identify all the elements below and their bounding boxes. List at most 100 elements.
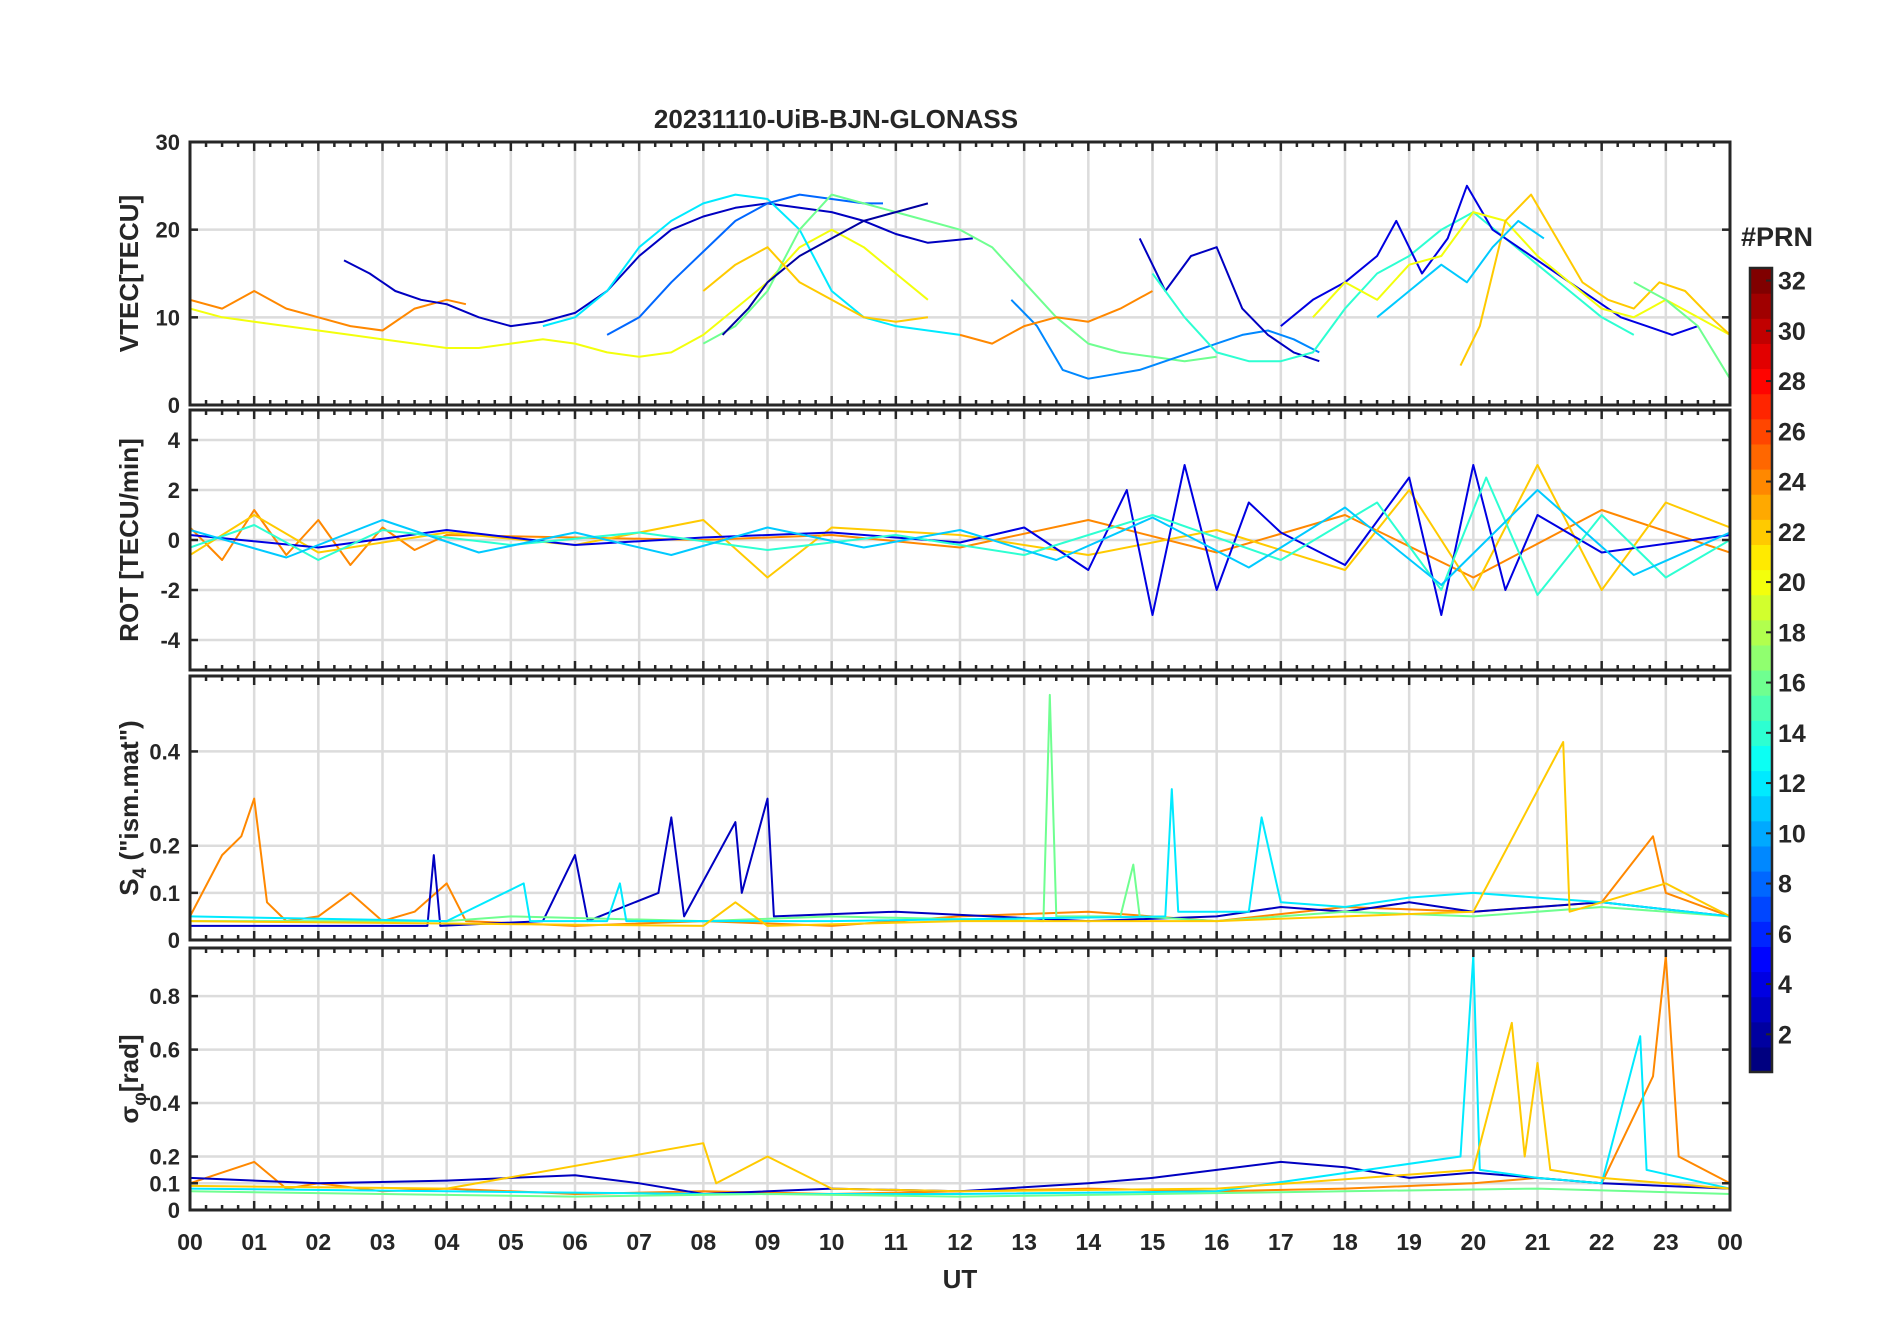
- series-prn-14: [1151, 211, 1635, 363]
- y-tick-label: 0.4: [149, 739, 180, 764]
- y-tick-label: 0.2: [149, 834, 180, 859]
- y-tick-label: 0: [168, 528, 180, 553]
- colorbar-tick-label: 10: [1778, 820, 1806, 848]
- x-tick-label: 05: [498, 1229, 524, 1255]
- series-prn-4: [1280, 184, 1699, 336]
- colorbar-tick-label: 12: [1778, 770, 1806, 798]
- y-tick-label: 0: [168, 393, 180, 418]
- x-tick-label: 16: [1204, 1229, 1230, 1255]
- y-tick-label: -4: [160, 628, 180, 653]
- x-tick-label: 22: [1589, 1229, 1615, 1255]
- series-prn-24: [190, 290, 467, 332]
- y-axis-label-s4: S4 ("ism.mat"): [114, 720, 151, 895]
- colorbar-segment: [1750, 795, 1772, 822]
- colorbar-tick-label: 14: [1778, 720, 1806, 748]
- colorbar: 2468101214161820222426283032#PRN: [1741, 222, 1813, 1074]
- x-tick-label: 23: [1653, 1229, 1679, 1255]
- series-prn-3: [1138, 237, 1320, 363]
- x-tick-label: 10: [819, 1229, 845, 1255]
- colorbar-segment: [1750, 494, 1772, 520]
- colorbar-tick-label: 22: [1778, 519, 1806, 547]
- x-tick-label: 21: [1525, 1229, 1551, 1255]
- panels-group: 0102030VTEC[TECU]-4-2024ROT [TECU/min]00…: [114, 130, 1732, 1223]
- x-tick-label: 00: [177, 1229, 203, 1255]
- colorbar-tick-label: 20: [1778, 569, 1806, 597]
- x-tick-label: 20: [1461, 1229, 1487, 1255]
- series-prn-20: [190, 228, 929, 358]
- x-tick-label: 04: [434, 1229, 460, 1255]
- x-tick-label: 18: [1332, 1229, 1358, 1255]
- series-prn-2: [721, 202, 929, 336]
- series-prn-16: [1633, 281, 1730, 380]
- colorbar-tick-label: 2: [1778, 1021, 1792, 1049]
- colorbar-segment: [1750, 644, 1772, 671]
- colorbar-tick-label: 24: [1778, 469, 1806, 497]
- colorbar-segment: [1750, 293, 1772, 319]
- y-tick-label: 0.1: [149, 881, 180, 906]
- x-tick-label: 03: [370, 1229, 396, 1255]
- colorbar-tick-label: 16: [1778, 670, 1806, 698]
- chart-title: 20231110-UiB-BJN-GLONASS: [654, 104, 1018, 134]
- y-axis-label-sigphi: σφ[rad]: [114, 1034, 151, 1123]
- panel-sigphi: 00.10.2 0.4 0.6 0.8 σφ[rad]: [114, 946, 1732, 1223]
- x-tick-label: 01: [241, 1229, 267, 1255]
- y-tick-label: 0.8: [149, 984, 180, 1009]
- colorbar-label: #PRN: [1741, 222, 1813, 252]
- x-tick-label: 13: [1011, 1229, 1037, 1255]
- x-axis-tick-labels: 00 01 02 03 04 05 06 07 08 09 10 11 12 13 14 15 16 17 18 19…: [177, 1229, 1743, 1255]
- x-axis-label: UT: [943, 1264, 978, 1294]
- y-axis-label-vtec: VTEC[TECU]: [114, 195, 144, 352]
- colorbar-tick-label: 18: [1778, 619, 1806, 647]
- colorbar-segment: [1750, 745, 1772, 772]
- y-tick-label: 0.1: [149, 1171, 180, 1196]
- y-axis-label-rot: ROT [TECU/min]: [114, 438, 144, 642]
- colorbar-segment: [1750, 996, 1772, 1023]
- colorbar-segment: [1750, 845, 1772, 872]
- colorbar-segment: [1750, 695, 1772, 721]
- x-tick-label: 09: [755, 1229, 781, 1255]
- figure: 20231110-UiB-BJN-GLONASS 0102030VTEC[TEC…: [114, 104, 1813, 1294]
- colorbar-segment: [1750, 393, 1772, 420]
- x-tick-label: 02: [306, 1229, 332, 1255]
- colorbar-segment: [1750, 1046, 1772, 1073]
- x-tick-label: 11: [884, 1229, 909, 1255]
- series-prn-3: [343, 202, 973, 328]
- colorbar-segment: [1750, 594, 1772, 621]
- x-tick-label: 08: [691, 1229, 717, 1255]
- y-tick-label: 0: [168, 928, 180, 953]
- colorbar-segment: [1750, 896, 1772, 922]
- panel-vtec: 0 10 20 30 VTEC[TECU]: [114, 130, 1732, 418]
- y-tick-label: 4: [168, 428, 181, 453]
- x-tick-label: 15: [1140, 1229, 1166, 1255]
- y-tick-label: 30: [156, 130, 180, 155]
- y-tick-label: -2: [160, 578, 180, 603]
- panel-s4: 0 0.1 0.2 0.4S4 ("ism.mat"): [114, 674, 1732, 953]
- colorbar-tick-label: 28: [1778, 368, 1806, 396]
- x-tick-label: 06: [562, 1229, 588, 1255]
- colorbar-tick-label: 32: [1778, 268, 1806, 296]
- series-prn-12: [542, 193, 961, 336]
- colorbar-tick-label: 8: [1778, 871, 1792, 899]
- colorbar-segment: [1750, 343, 1772, 370]
- y-tick-label: 0.6: [149, 1038, 180, 1063]
- colorbar-tick-label: 6: [1778, 921, 1792, 949]
- x-tick-label: 12: [947, 1229, 973, 1255]
- colorbar-tick-label: 26: [1778, 418, 1806, 446]
- y-tick-label: 0: [168, 1198, 180, 1223]
- x-tick-label: 00: [1717, 1229, 1743, 1255]
- y-tick-label: 10: [156, 305, 180, 330]
- x-tick-label: 17: [1268, 1229, 1294, 1255]
- y-tick-label: 0.2: [149, 1145, 180, 1170]
- colorbar-segment: [1750, 443, 1772, 470]
- colorbar-tick-label: 30: [1778, 318, 1806, 346]
- colorbar-segment: [1750, 946, 1772, 973]
- y-tick-label: 0.4: [149, 1091, 180, 1116]
- y-tick-label: 20: [156, 218, 180, 243]
- colorbar-segment: [1750, 544, 1772, 571]
- x-tick-label: 19: [1396, 1229, 1422, 1255]
- x-tick-label: 14: [1076, 1229, 1102, 1255]
- panel-rot: -4 -2 0 2 4 ROT [TECU/min]: [114, 408, 1732, 672]
- x-tick-label: 07: [626, 1229, 652, 1255]
- colorbar-tick-label: 4: [1778, 971, 1792, 999]
- y-tick-label: 2: [168, 478, 180, 503]
